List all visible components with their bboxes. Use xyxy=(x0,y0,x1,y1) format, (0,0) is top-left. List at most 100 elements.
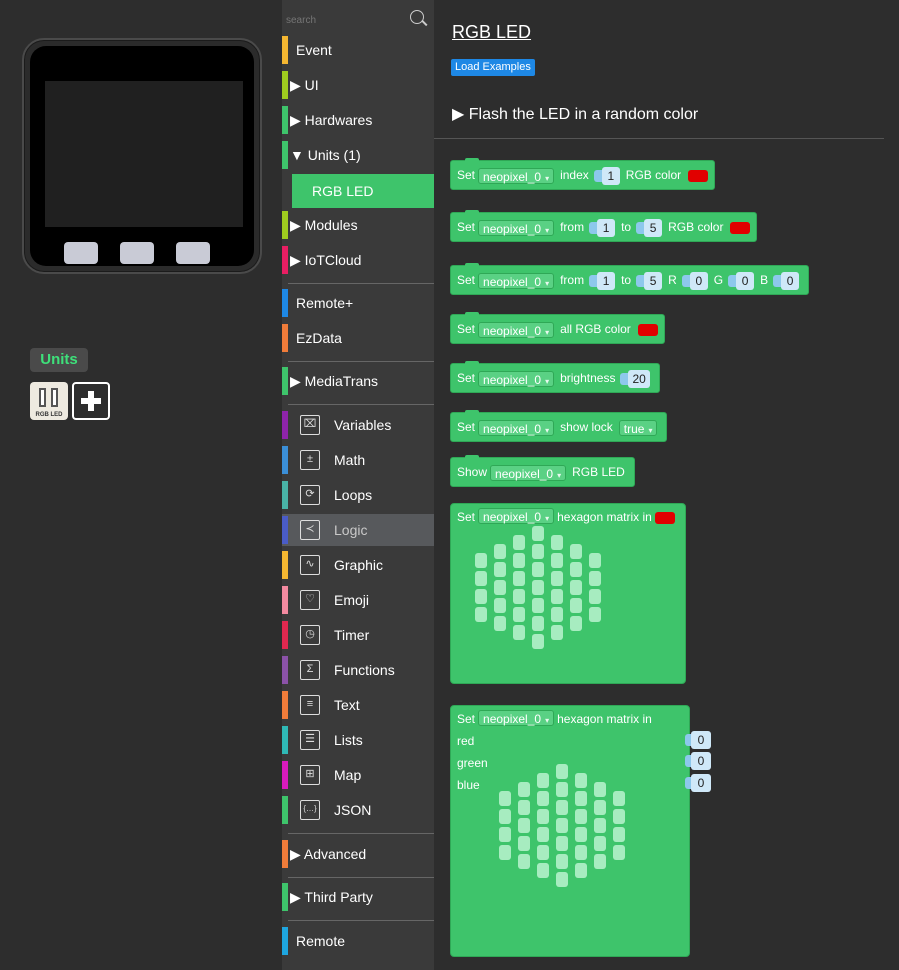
led-pixel[interactable] xyxy=(589,553,601,568)
device-simulator[interactable] xyxy=(22,38,262,274)
led-pixel[interactable] xyxy=(556,854,568,869)
category-json[interactable]: {…} JSON xyxy=(282,794,434,826)
led-pixel[interactable] xyxy=(537,845,549,860)
color-swatch[interactable] xyxy=(637,323,658,336)
block-set-index-color[interactable]: Setneopixel_0index1RGB color xyxy=(450,158,716,190)
led-pixel[interactable] xyxy=(556,836,568,851)
block-set-brightness[interactable]: Setneopixel_0brightness20 xyxy=(450,361,660,393)
led-pixel[interactable] xyxy=(513,589,525,604)
led-pixel[interactable] xyxy=(494,616,506,631)
number-input[interactable]: 5 xyxy=(636,271,663,290)
led-pixel[interactable] xyxy=(575,809,587,824)
led-pixel[interactable] xyxy=(589,571,601,586)
led-pixel[interactable] xyxy=(613,809,625,824)
search-input[interactable] xyxy=(286,10,406,30)
number-input[interactable]: 1 xyxy=(589,271,616,290)
rgb-led-unit-icon[interactable]: RGB LED xyxy=(30,382,68,420)
device-screen[interactable] xyxy=(45,81,243,227)
neopixel-dropdown[interactable]: neopixel_0 xyxy=(478,710,555,726)
category-modules[interactable]: ▶ Modules xyxy=(282,209,434,241)
led-pixel[interactable] xyxy=(570,562,582,577)
category-iotcloud[interactable]: ▶ IoTCloud xyxy=(282,244,434,276)
category-variables[interactable]: ⌧ Variables xyxy=(282,409,434,441)
led-pixel[interactable] xyxy=(532,580,544,595)
led-pixel[interactable] xyxy=(594,782,606,797)
led-pixel[interactable] xyxy=(613,791,625,806)
led-pixel[interactable] xyxy=(532,526,544,541)
lock-dropdown[interactable]: true xyxy=(618,419,658,436)
led-pixel[interactable] xyxy=(518,782,530,797)
led-pixel[interactable] xyxy=(499,845,511,860)
led-pixel[interactable] xyxy=(594,836,606,851)
neopixel-dropdown[interactable]: neopixel_0 xyxy=(478,219,555,236)
led-pixel[interactable] xyxy=(518,818,530,833)
number-input[interactable]: 0 xyxy=(728,271,755,290)
category-logic[interactable]: ≺ Logic xyxy=(282,514,434,546)
led-pixel[interactable] xyxy=(475,571,487,586)
number-input[interactable]: 1 xyxy=(593,166,620,185)
category-text[interactable]: ≡ Text xyxy=(282,689,434,721)
category-advanced[interactable]: ▶ Advanced xyxy=(282,838,434,870)
led-pixel[interactable] xyxy=(556,782,568,797)
led-pixel[interactable] xyxy=(499,827,511,842)
led-pixel[interactable] xyxy=(494,562,506,577)
category-remote-plus[interactable]: Remote+ xyxy=(282,287,434,319)
category-graphic[interactable]: ∿ Graphic xyxy=(282,549,434,581)
neopixel-dropdown[interactable]: neopixel_0 xyxy=(490,464,567,481)
led-pixel[interactable] xyxy=(537,863,549,878)
led-pixel[interactable] xyxy=(570,544,582,559)
led-pixel[interactable] xyxy=(570,598,582,613)
color-swatch[interactable] xyxy=(730,221,751,234)
subcategory-rgb-led[interactable]: RGB LED xyxy=(292,174,434,208)
led-pixel[interactable] xyxy=(589,589,601,604)
led-pixel[interactable] xyxy=(518,836,530,851)
device-button-a[interactable] xyxy=(64,242,98,264)
led-pixel[interactable] xyxy=(594,800,606,815)
category-ui[interactable]: ▶ UI xyxy=(282,69,434,101)
led-pixel[interactable] xyxy=(499,791,511,806)
led-pixel[interactable] xyxy=(475,589,487,604)
led-pixel[interactable] xyxy=(499,809,511,824)
led-pixel[interactable] xyxy=(575,773,587,788)
number-input[interactable]: 1 xyxy=(589,218,616,237)
led-pixel[interactable] xyxy=(475,607,487,622)
led-pixel[interactable] xyxy=(589,607,601,622)
load-examples-button[interactable]: Load Examples xyxy=(451,59,535,76)
led-pixel[interactable] xyxy=(513,571,525,586)
led-pixel[interactable] xyxy=(532,598,544,613)
device-button-b[interactable] xyxy=(120,242,154,264)
category-mediatrans[interactable]: ▶ MediaTrans xyxy=(282,365,434,397)
green-input[interactable]: 0 xyxy=(685,752,711,770)
neopixel-dropdown[interactable]: neopixel_0 xyxy=(478,419,555,436)
led-pixel[interactable] xyxy=(594,854,606,869)
category-hardwares[interactable]: ▶ Hardwares xyxy=(282,104,434,136)
led-pixel[interactable] xyxy=(513,625,525,640)
led-pixel[interactable] xyxy=(570,580,582,595)
category-math[interactable]: ± Math xyxy=(282,444,434,476)
led-pixel[interactable] xyxy=(513,607,525,622)
led-pixel[interactable] xyxy=(556,800,568,815)
led-pixel[interactable] xyxy=(594,818,606,833)
number-input[interactable]: 0 xyxy=(681,271,708,290)
search-icon[interactable] xyxy=(410,10,424,24)
led-pixel[interactable] xyxy=(532,544,544,559)
neopixel-dropdown[interactable]: neopixel_0 xyxy=(478,508,555,524)
category-emoji[interactable]: ♡ Emoji xyxy=(282,584,434,616)
red-input[interactable]: 0 xyxy=(685,731,711,749)
led-pixel[interactable] xyxy=(513,535,525,550)
neopixel-dropdown[interactable]: neopixel_0 xyxy=(478,167,555,184)
category-functions[interactable]: Σ Functions xyxy=(282,654,434,686)
led-pixel[interactable] xyxy=(537,773,549,788)
led-pixel[interactable] xyxy=(532,634,544,649)
led-pixel[interactable] xyxy=(575,845,587,860)
category-remote[interactable]: Remote xyxy=(282,925,434,957)
number-input[interactable]: 20 xyxy=(620,369,650,388)
led-pixel[interactable] xyxy=(537,791,549,806)
device-button-c[interactable] xyxy=(176,242,210,264)
led-pixel[interactable] xyxy=(556,764,568,779)
led-pixel[interactable] xyxy=(556,818,568,833)
add-unit-button[interactable] xyxy=(72,382,110,420)
neopixel-dropdown[interactable]: neopixel_0 xyxy=(478,272,555,289)
led-pixel[interactable] xyxy=(518,854,530,869)
led-pixel[interactable] xyxy=(551,553,563,568)
